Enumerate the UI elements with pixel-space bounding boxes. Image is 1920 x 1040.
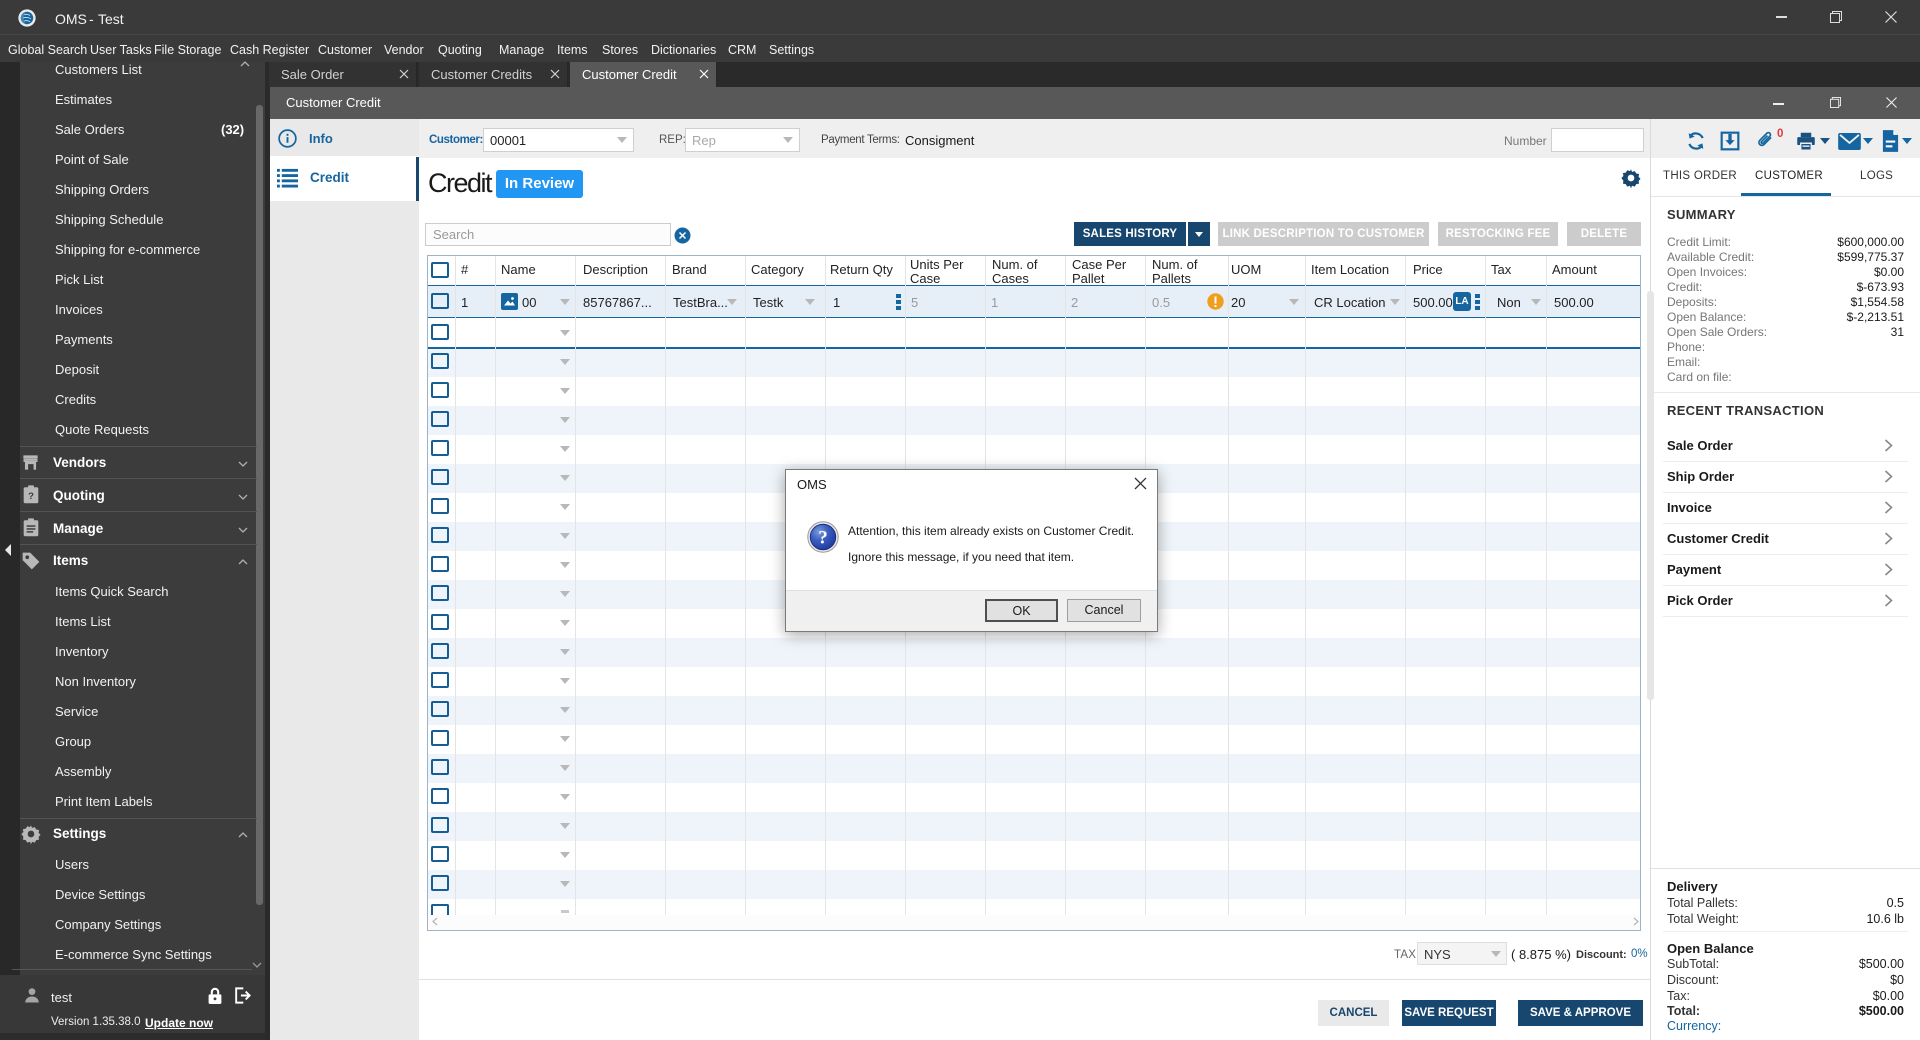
svg-text:?: ?	[818, 528, 828, 549]
svg-text:?: ?	[28, 491, 34, 502]
